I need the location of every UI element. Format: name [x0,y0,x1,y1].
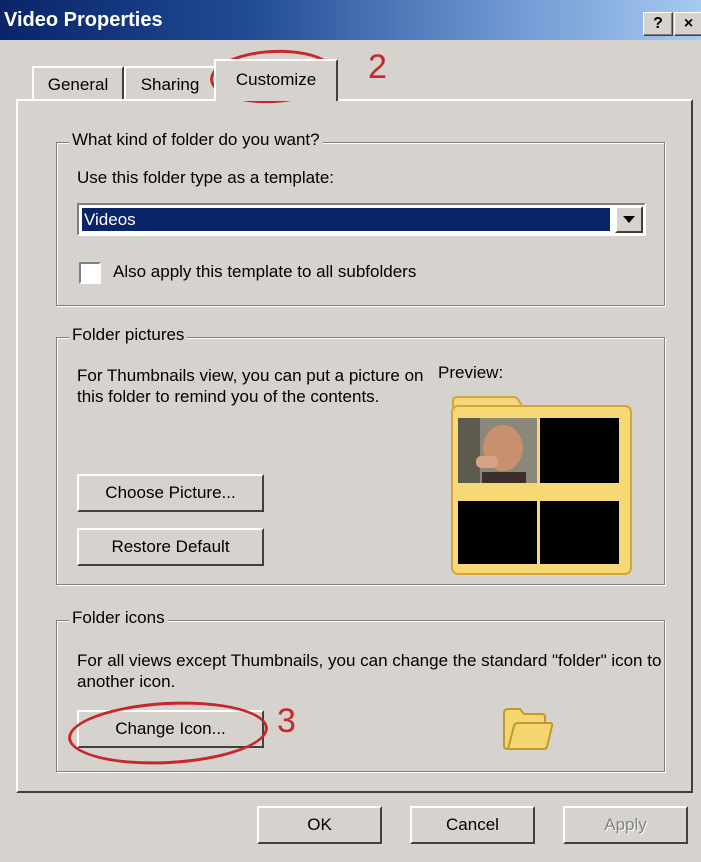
folder-type-legend: What kind of folder do you want? [69,130,323,150]
window-title: Video Properties [4,9,163,31]
choose-picture-button[interactable]: Choose Picture... [77,474,264,512]
folder-icons-description: For all views except Thumbnails, you can… [77,651,662,691]
folder-pictures-description: For Thumbnails view, you can put a pictu… [77,366,424,406]
tab-sharing[interactable]: Sharing [124,66,216,99]
folder-icons-legend: Folder icons [69,608,168,628]
preview-label: Preview: [438,363,504,382]
help-icon[interactable]: ? [643,12,673,36]
template-prompt: Use this folder type as a template: [77,168,335,187]
title-bar[interactable]: Video Properties ? × [0,0,701,40]
tab-general[interactable]: General [32,66,124,99]
tab-customize[interactable]: Customize [214,59,338,101]
folder-pictures-legend: Folder pictures [69,325,188,345]
apply-subfolders-label[interactable]: Also apply this template to all subfolde… [113,261,416,282]
video-properties-dialog: Video Properties ? × General Sharing Cus… [0,0,701,862]
dropdown-arrow-icon[interactable] [615,206,643,233]
folder-icon [500,704,554,752]
thumbnail-slot [540,501,619,564]
thumbnail-slot [458,501,537,564]
annotation-step-3: 3 [277,702,296,740]
close-icon[interactable]: × [674,12,701,36]
apply-button[interactable]: Apply [563,806,688,844]
ok-button[interactable]: OK [257,806,382,844]
cancel-button[interactable]: Cancel [410,806,535,844]
apply-subfolders-checkbox[interactable] [79,262,101,284]
annotation-step-2: 2 [368,48,387,86]
restore-default-button[interactable]: Restore Default [77,528,264,566]
folder-type-selected: Videos [81,207,611,232]
folder-type-select[interactable]: Videos [77,203,646,236]
thumbnail-slot [540,418,619,483]
thumbnail-image [458,418,537,483]
folder-preview-icon [447,393,635,578]
